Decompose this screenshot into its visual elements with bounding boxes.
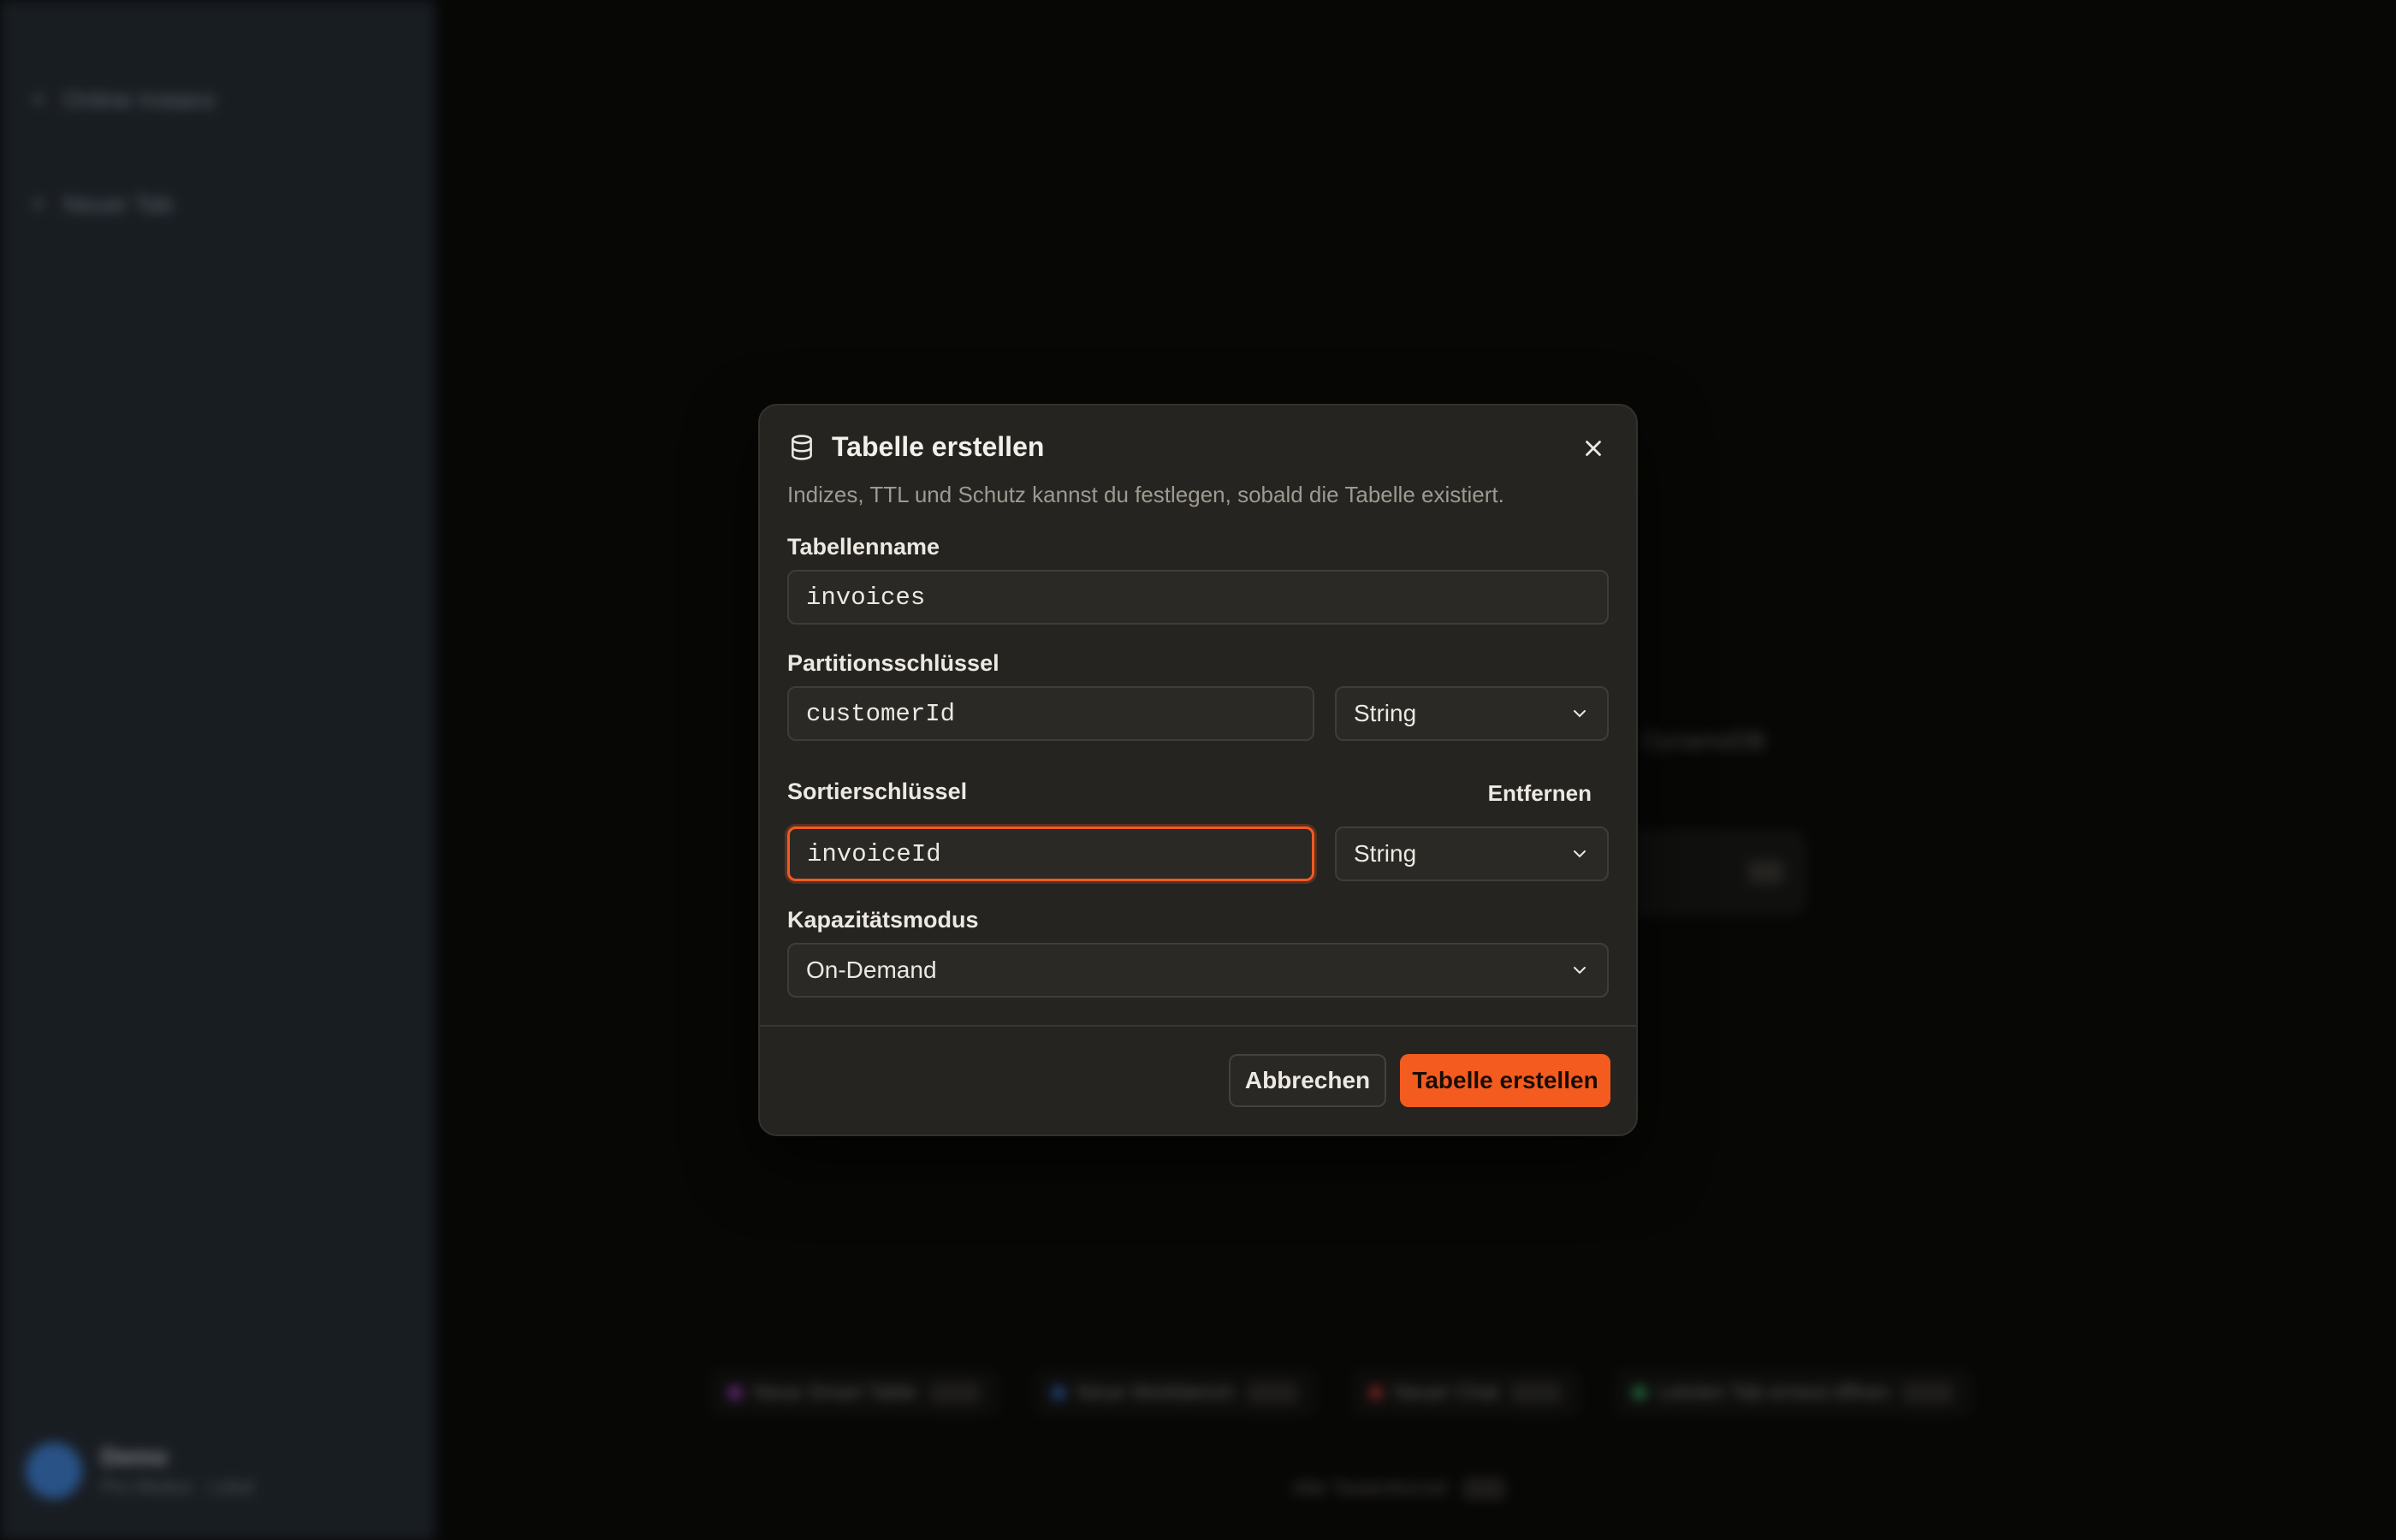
chevron-down-icon [1574,850,1586,858]
capacity-mode-value: On-Demand [806,957,937,983]
partition-key-type-value: String [1354,700,1417,726]
table-name-label: Tabellenname [787,534,940,560]
dialog-title: Tabelle erstellen [832,431,1045,462]
create-table-button[interactable]: Tabelle erstellen [1400,1054,1610,1107]
chevron-down-icon [1574,967,1586,974]
dialog-divider [760,1025,1636,1027]
remove-sort-key-button[interactable]: Entfernen [1488,780,1592,807]
capacity-mode-select[interactable]: On-Demand [787,943,1609,998]
close-button[interactable] [1578,433,1609,464]
table-name-input[interactable]: invoices [787,570,1609,625]
create-table-dialog: Tabelle erstellen Indizes, TTL und Schut… [758,404,1638,1136]
database-icon [792,434,812,460]
chevron-down-icon [1574,710,1586,718]
partition-key-type-select[interactable]: String [1335,686,1609,741]
partition-key-input[interactable]: customerId [787,686,1314,741]
sort-key-type-value: String [1354,840,1417,867]
sort-key-label: Sortierschlüssel [787,779,968,804]
close-icon [1586,441,1601,456]
capacity-mode-label: Kapazitätsmodus [787,907,979,933]
partition-key-label: Partitionsschlüssel [787,650,999,676]
sort-key-input[interactable]: invoiceId [787,826,1314,881]
dialog-header: Tabelle erstellen Indizes, TTL und Schut… [787,431,1609,508]
dialog-subtitle: Indizes, TTL und Schutz kannst du festle… [787,482,1504,507]
sort-key-type-select[interactable]: String [1335,826,1609,881]
cancel-button[interactable]: Abbrechen [1229,1054,1386,1107]
